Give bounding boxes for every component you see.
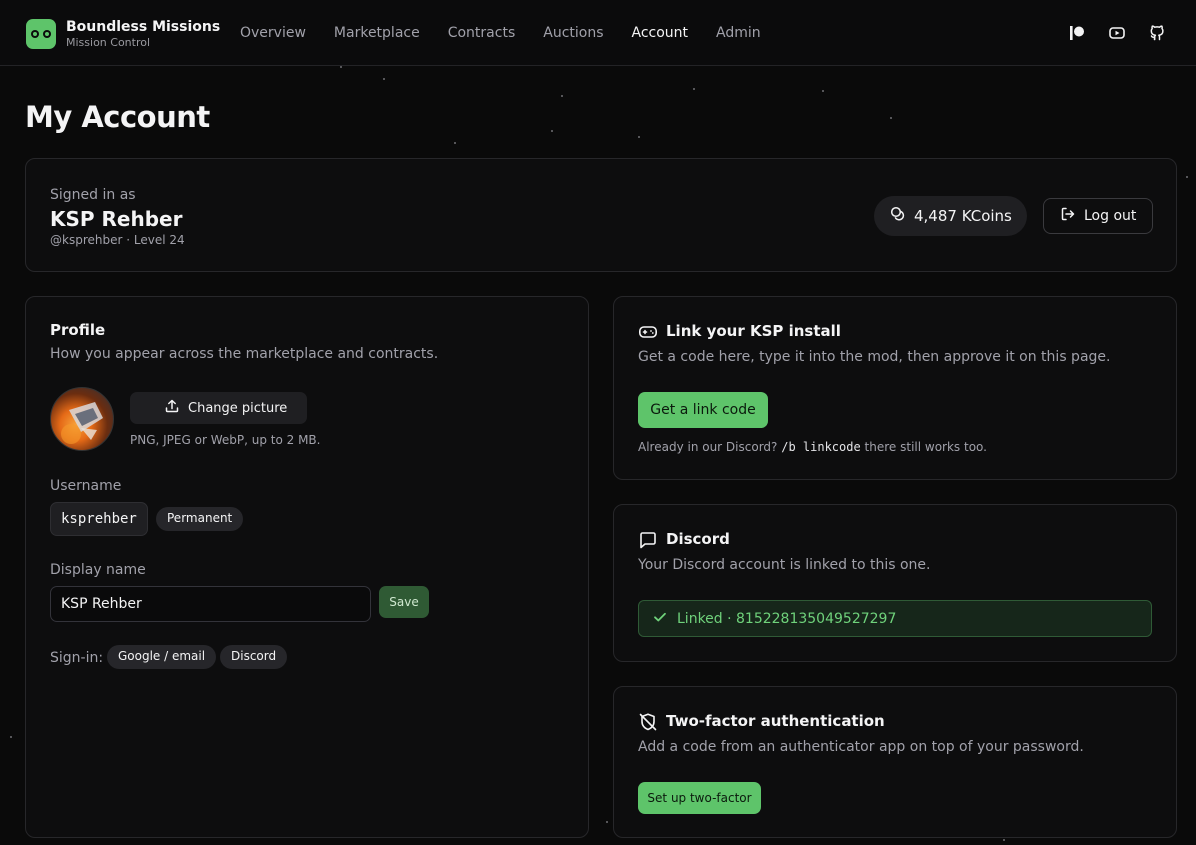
picture-hint: PNG, JPEG or WebP, up to 2 MB.	[130, 433, 321, 447]
profile-card: Profile How you appear across the market…	[25, 296, 589, 838]
star-decoration	[10, 736, 12, 738]
nav-account[interactable]: Account	[632, 24, 689, 42]
nav-admin[interactable]: Admin	[716, 24, 761, 42]
gamepad-icon	[638, 322, 658, 342]
star-decoration	[340, 66, 342, 68]
setup-two-factor-button[interactable]: Set up two-factor	[638, 782, 761, 814]
star-decoration	[454, 142, 456, 144]
discord-subtitle: Your Discord account is linked to this o…	[638, 557, 931, 573]
star-decoration	[606, 821, 608, 823]
discord-card: Discord Your Discord account is linked t…	[613, 504, 1177, 662]
discord-linked-status: Linked · 815228135049527297	[638, 600, 1152, 637]
profile-subtitle: How you appear across the marketplace an…	[50, 346, 439, 362]
patreon-icon[interactable]	[1068, 24, 1086, 42]
nav-auctions[interactable]: Auctions	[543, 24, 603, 42]
star-decoration	[1186, 176, 1188, 178]
brand-title: Boundless Missions	[66, 19, 221, 35]
change-picture-label: Change picture	[188, 400, 288, 416]
discord-link-hint: Already in our Discord? /b linkcode ther…	[638, 440, 987, 454]
kcoins-value: 4,487 KCoins	[914, 207, 1012, 225]
kcoins-balance: 4,487 KCoins	[874, 196, 1027, 236]
nav-overview[interactable]: Overview	[240, 24, 306, 42]
nav-marketplace[interactable]: Marketplace	[334, 24, 420, 42]
check-icon	[653, 610, 667, 628]
discord-linked-text: Linked · 815228135049527297	[677, 610, 897, 627]
two-factor-card: Two-factor authentication Add a code fro…	[613, 686, 1177, 838]
shield-off-icon	[638, 712, 658, 732]
youtube-icon[interactable]	[1108, 24, 1126, 42]
save-display-name-button[interactable]: Save	[379, 586, 429, 618]
display-name-input[interactable]	[50, 586, 371, 622]
signin-methods-label: Sign-in:	[50, 650, 104, 666]
signin-method-discord: Discord	[220, 645, 288, 669]
username-label: Username	[50, 478, 122, 494]
star-decoration	[561, 95, 563, 97]
coins-icon	[890, 206, 906, 226]
get-link-code-button[interactable]: Get a link code	[638, 392, 768, 428]
message-square-icon	[638, 530, 658, 550]
link-ksp-subtitle: Get a code here, type it into the mod, t…	[638, 349, 1111, 365]
logout-label: Log out	[1084, 208, 1137, 224]
upload-icon	[164, 398, 180, 418]
star-decoration	[551, 130, 553, 132]
account-handle-level: @ksprehber · Level 24	[50, 233, 185, 247]
star-decoration	[822, 90, 824, 92]
brand-subtitle: Mission Control	[66, 36, 151, 49]
hint-suffix: there still works too.	[864, 440, 987, 454]
display-name-label: Display name	[50, 562, 146, 578]
two-factor-title: Two-factor authentication	[666, 712, 885, 730]
hint-prefix: Already in our Discord?	[638, 440, 778, 454]
username-value: ksprehber	[50, 502, 148, 536]
two-factor-subtitle: Add a code from an authenticator app on …	[638, 739, 1084, 755]
page-title: My Account	[25, 100, 210, 134]
link-ksp-card: Link your KSP install Get a code here, t…	[613, 296, 1177, 480]
account-summary-card: Signed in as KSP Rehber @ksprehber · Lev…	[25, 158, 1177, 272]
star-decoration	[638, 136, 640, 138]
star-decoration	[890, 117, 892, 119]
avatar	[50, 387, 114, 451]
discord-title: Discord	[666, 530, 730, 548]
change-picture-button[interactable]: Change picture	[130, 392, 307, 424]
star-decoration	[1003, 839, 1005, 841]
username-permanent-badge: Permanent	[156, 507, 244, 531]
link-ksp-title: Link your KSP install	[666, 322, 841, 340]
logout-button[interactable]: Log out	[1043, 198, 1153, 234]
brand-home-link[interactable]: Boundless Missions Mission Control	[26, 18, 220, 50]
signin-method-google: Google / email	[107, 645, 217, 669]
star-decoration	[693, 88, 695, 90]
main-nav: Overview Marketplace Contracts Auctions …	[240, 24, 761, 42]
star-decoration	[383, 78, 385, 80]
account-display-name: KSP Rehber	[50, 207, 183, 231]
github-icon[interactable]	[1148, 24, 1166, 42]
logout-icon	[1060, 206, 1076, 226]
robot-logo-icon	[26, 19, 56, 49]
hint-command: /b linkcode	[781, 440, 861, 454]
profile-title: Profile	[50, 321, 106, 339]
top-navigation-bar: Boundless Missions Mission Control Overv…	[0, 0, 1196, 66]
signed-in-label: Signed in as	[50, 187, 136, 203]
nav-contracts[interactable]: Contracts	[448, 24, 516, 42]
